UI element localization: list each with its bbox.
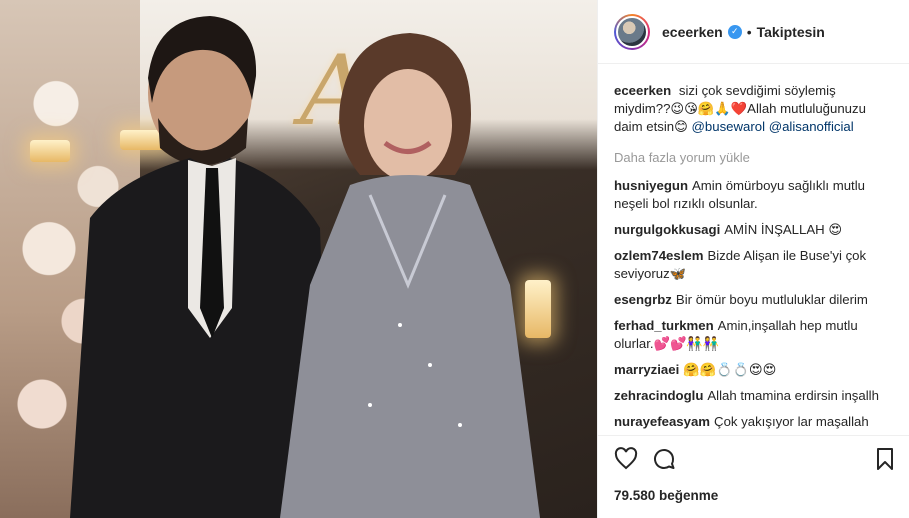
comment-text: Allah tmamina erdirsin inşallh: [707, 388, 879, 403]
author-username[interactable]: eceerken: [662, 24, 723, 40]
caption: eceerken sizi çok sevdiğimi söylemiş miy…: [614, 82, 893, 136]
mention-link[interactable]: @busewarol: [692, 119, 766, 134]
post-header: eceerken ✓ • Takiptesin: [598, 0, 909, 64]
separator-dot: •: [746, 23, 752, 40]
caption-username[interactable]: eceerken: [614, 83, 671, 98]
mention-link[interactable]: @alisanofficial: [769, 119, 854, 134]
comment: ozlem74eslem Bizde Alişan ile Buse'yi çok…: [614, 247, 893, 283]
comment-username[interactable]: husniyegun: [614, 178, 688, 193]
comment-text: AMİN İNŞALLAH 😍: [724, 222, 843, 237]
comment-username[interactable]: zehracindoglu: [614, 388, 703, 403]
comment-text: Bir ömür boyu mutluluklar dilerim: [675, 292, 868, 307]
post-sidebar: eceerken ✓ • Takiptesin eceerken sizi ço…: [597, 0, 909, 518]
comment: nurayefeasyam Çok yakışıyor lar maşallah: [614, 413, 893, 431]
comment-username[interactable]: nurgulgokkusagi: [614, 222, 720, 237]
comment: marryziaei 🤗🤗💍💍😍😍: [614, 361, 893, 379]
post-photo[interactable]: A: [0, 0, 597, 518]
comment-username[interactable]: ozlem74eslem: [614, 248, 703, 263]
instagram-post: A eceerken ✓ • Takiptesin eceerken sizi …: [0, 0, 909, 518]
verified-badge-icon: ✓: [727, 24, 742, 39]
heart-icon[interactable]: [614, 447, 638, 471]
comment: husniyegun Amin ömürboyu sağlıklı mutlu n…: [614, 177, 893, 213]
action-icons: [598, 436, 909, 474]
comment-text: 🤗🤗💍💍😍😍: [683, 362, 777, 377]
like-count[interactable]: 79.580 beğenme: [598, 474, 909, 503]
comment-icon[interactable]: [652, 447, 676, 471]
woman-figure: [280, 33, 540, 518]
comment: nurgulgokkusagi AMİN İNŞALLAH 😍: [614, 221, 893, 239]
follow-status-button[interactable]: Takiptesin: [757, 24, 825, 40]
comment-text: Çok yakışıyor lar maşallah: [714, 414, 869, 429]
comment: ferhad_turkmen Amin,inşallah hep mutlu ol…: [614, 317, 893, 353]
comment: esengrbz Bir ömür boyu mutluluklar dileri…: [614, 291, 893, 309]
comment: zehracindoglu Allah tmamina erdirsin inşa…: [614, 387, 893, 405]
comment-username[interactable]: marryziaei: [614, 362, 679, 377]
bookmark-icon[interactable]: [873, 447, 897, 471]
avatar-image: [616, 15, 648, 48]
comment-username[interactable]: nurayefeasyam: [614, 414, 710, 429]
author-avatar[interactable]: [614, 13, 650, 50]
load-more-comments-link[interactable]: Daha fazla yorum yükle: [614, 150, 893, 165]
comment-username[interactable]: esengrbz: [614, 292, 672, 307]
comments-list: eceerken sizi çok sevdiğimi söylemiş miy…: [598, 64, 909, 436]
comment-username[interactable]: ferhad_turkmen: [614, 318, 714, 333]
post-actions: 79.580 beğenme: [598, 435, 909, 518]
